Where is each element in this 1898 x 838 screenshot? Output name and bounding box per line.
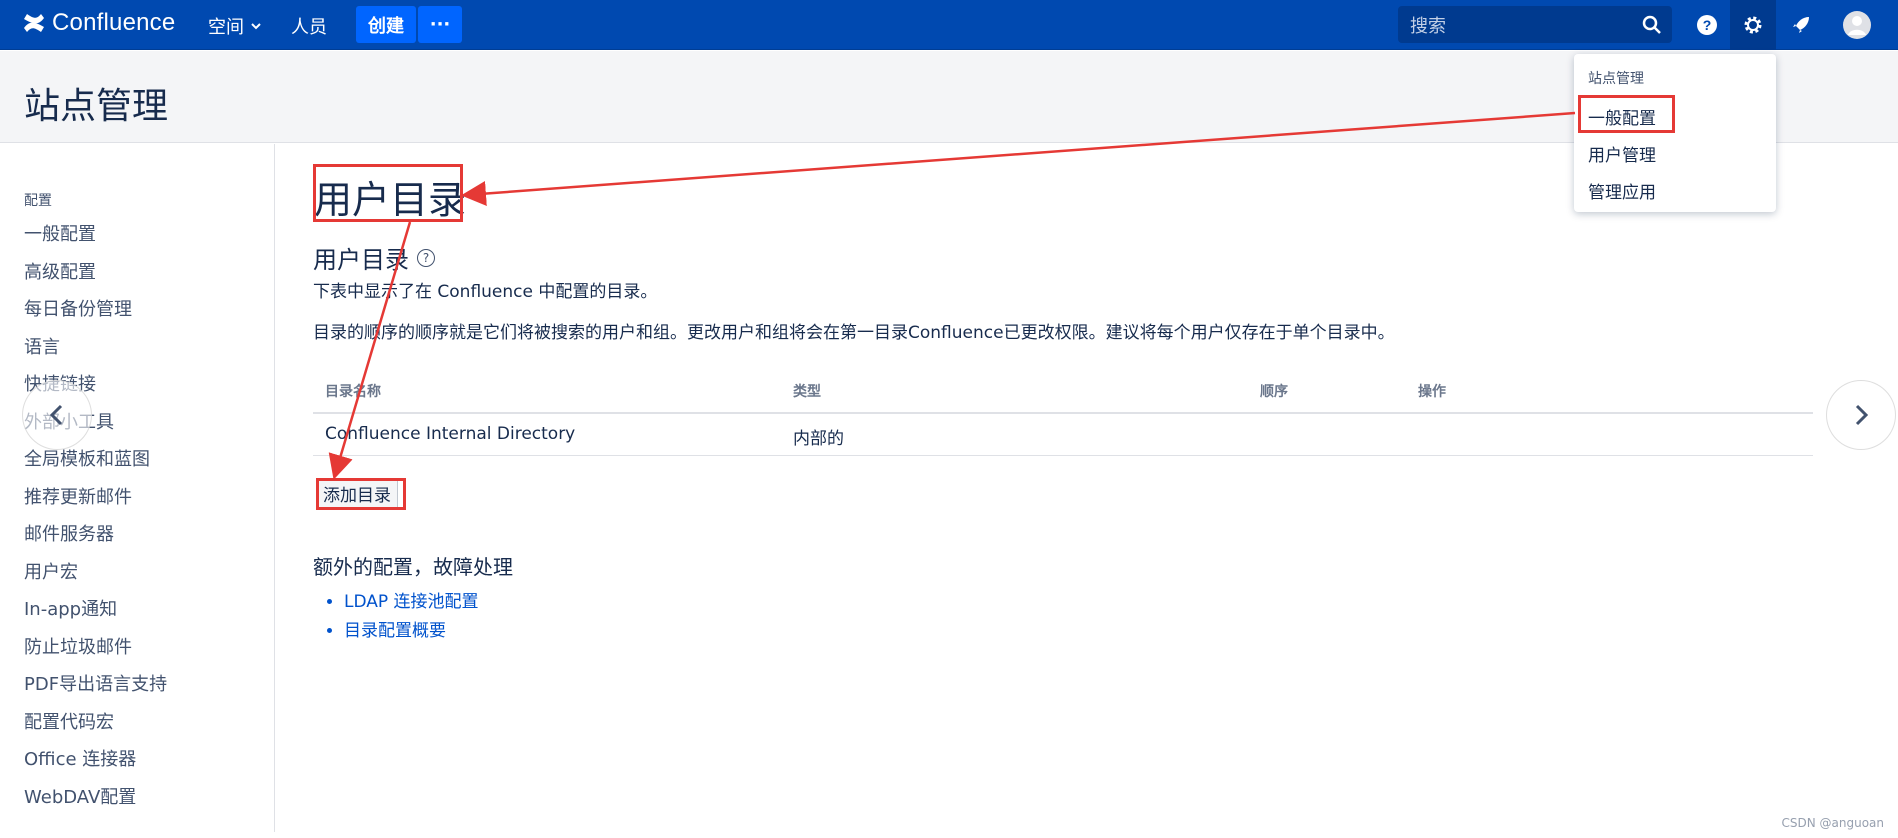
search-placeholder: 搜索 — [1410, 15, 1446, 37]
create-button[interactable]: 创建 — [356, 6, 416, 43]
sidebar-item-global-templates[interactable]: 全局模板和蓝图 — [24, 445, 150, 471]
help-circle-icon[interactable]: ? — [417, 248, 435, 267]
sidebar-heading: 配置 — [24, 193, 52, 209]
column-header-order: 顺序 — [1260, 384, 1288, 400]
table-header-divider — [313, 412, 1813, 414]
gear-icon — [1744, 16, 1762, 34]
people-link[interactable]: 人员 — [291, 13, 327, 39]
main-content: 用户目录 用户目录 ? 下表中显示了在 Confluence 中配置的目录。 目… — [276, 144, 1898, 832]
sidebar-item-general-config[interactable]: 一般配置 — [24, 220, 96, 246]
chevron-left-icon — [49, 404, 63, 426]
sidebar-item-inapp-notifications[interactable]: In-app通知 — [24, 595, 117, 621]
directory-name-cell: Confluence Internal Directory — [325, 424, 576, 444]
directory-order-note: 目录的顺序的顺序就是它们将被搜索的用户和组。更改用户和组将会在第一目录Confl… — [313, 323, 1395, 343]
sidebar-item-language[interactable]: 语言 — [24, 333, 60, 359]
dropdown-item-general-config[interactable]: 一般配置 — [1588, 104, 1656, 129]
column-header-directory-name: 目录名称 — [325, 384, 381, 400]
directory-type-cell: 内部的 — [793, 429, 844, 449]
confluence-logo[interactable]: Confluence — [22, 9, 175, 37]
spaces-label: 空间 — [208, 17, 244, 38]
notifications-button[interactable] — [1778, 0, 1824, 50]
top-navigation-bar: Confluence 空间 人员 创建 ··· 搜索 ? — [0, 0, 1898, 50]
sidebar-item-daily-backup[interactable]: 每日备份管理 — [24, 295, 132, 321]
next-arrow-button[interactable] — [1826, 380, 1896, 450]
logo-text: Confluence — [52, 9, 176, 36]
sidebar-item-spam-prevention[interactable]: 防止垃圾邮件 — [24, 633, 132, 659]
sidebar-item-webdav-config[interactable]: WebDAV配置 — [24, 783, 136, 809]
watermark: CSDN @anguoan — [1781, 816, 1884, 830]
dropdown-heading: 站点管理 — [1588, 71, 1644, 87]
sidebar-item-user-macros[interactable]: 用户宏 — [24, 558, 78, 584]
settings-button[interactable] — [1730, 0, 1776, 50]
page-title: 站点管理 — [24, 86, 169, 127]
dropdown-item-manage-apps[interactable]: 管理应用 — [1588, 178, 1656, 203]
previous-arrow-button[interactable] — [22, 380, 92, 450]
section-title: 用户目录 ? — [313, 240, 435, 275]
ldap-pool-link[interactable]: LDAP 连接池配置 — [344, 587, 479, 612]
sidebar-item-recommended-updates[interactable]: 推荐更新邮件 — [24, 483, 132, 509]
column-header-actions: 操作 — [1418, 384, 1446, 400]
more-create-button[interactable]: ··· — [418, 6, 462, 43]
sidebar-item-mail-servers[interactable]: 邮件服务器 — [24, 520, 114, 546]
confluence-logo-icon — [24, 14, 44, 32]
chevron-right-icon — [1855, 404, 1869, 426]
user-avatar-button[interactable] — [1834, 0, 1880, 50]
user-directories-heading: 用户目录 — [314, 178, 467, 222]
column-header-type: 类型 — [793, 384, 821, 400]
directory-overview-link[interactable]: 目录配置概要 — [344, 616, 479, 641]
help-icon: ? — [1697, 15, 1717, 35]
sidebar-item-pdf-export-language[interactable]: PDF导出语言支持 — [24, 670, 167, 696]
svg-text:?: ? — [1703, 17, 1712, 33]
admin-sidebar: 配置 一般配置 高级配置 每日备份管理 语言 快捷链接 外部小工具 全局模板和蓝… — [0, 144, 275, 832]
people-label: 人员 — [291, 17, 327, 38]
search-input[interactable]: 搜索 — [1398, 6, 1672, 43]
extra-config-heading: 额外的配置，故障处理 — [313, 555, 513, 579]
rocket-icon — [1793, 17, 1809, 33]
spaces-menu[interactable]: 空间 — [208, 13, 262, 39]
table-row-divider — [313, 455, 1813, 456]
avatar-icon — [1843, 11, 1871, 39]
sidebar-item-office-connector[interactable]: Office 连接器 — [24, 745, 136, 771]
chevron-down-icon — [251, 23, 261, 30]
site-admin-dropdown: 站点管理 一般配置 用户管理 管理应用 — [1574, 54, 1776, 212]
extra-config-list: LDAP 连接池配置 目录配置概要 — [344, 587, 479, 645]
section-title-text: 用户目录 — [313, 246, 409, 274]
sidebar-item-advanced-config[interactable]: 高级配置 — [24, 258, 96, 284]
search-icon — [1642, 15, 1661, 34]
help-button[interactable]: ? — [1684, 0, 1730, 50]
add-directory-button[interactable]: 添加目录 — [316, 478, 398, 508]
sidebar-item-code-macro[interactable]: 配置代码宏 — [24, 708, 114, 734]
description-text: 下表中显示了在 Confluence 中配置的目录。 — [313, 282, 658, 302]
dropdown-item-user-management[interactable]: 用户管理 — [1588, 141, 1656, 166]
